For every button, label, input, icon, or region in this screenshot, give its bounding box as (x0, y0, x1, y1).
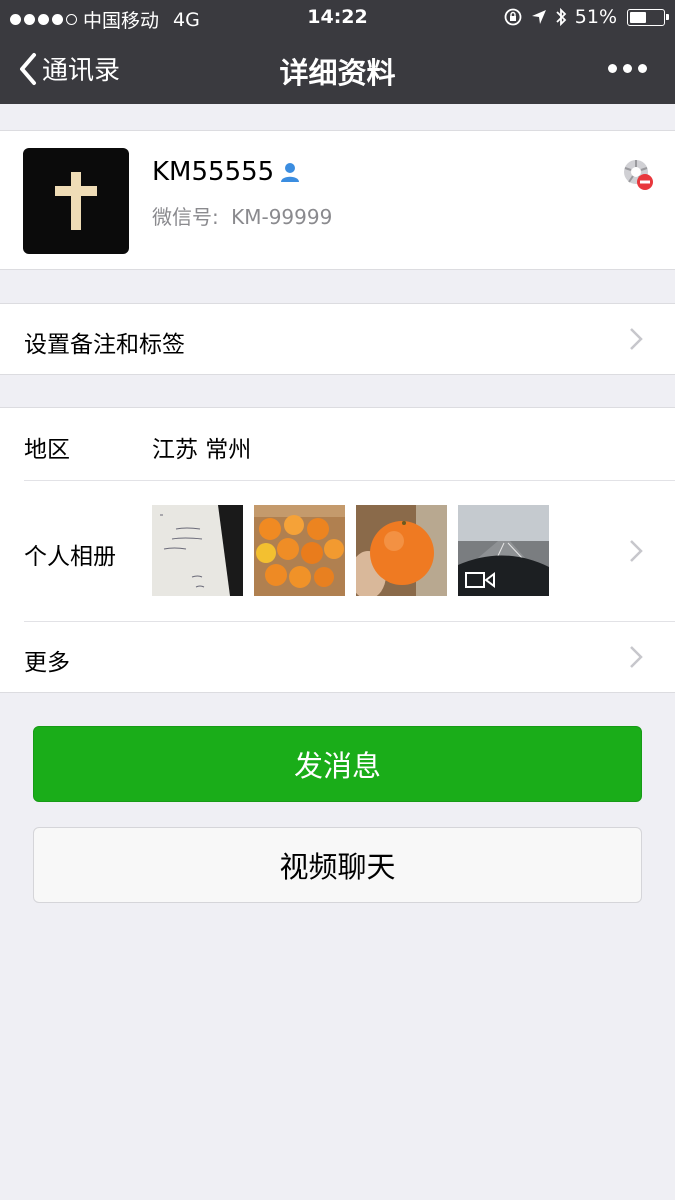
more-label: 更多 (24, 650, 70, 676)
personal-album-label: 个人相册 (24, 544, 116, 570)
album-thumbnails (152, 505, 549, 596)
status-right: 51% (503, 6, 669, 28)
bluetooth-icon (556, 7, 567, 27)
album-thumbnail-oranges (254, 505, 345, 596)
video-chat-button[interactable]: 视频聊天 (33, 827, 642, 903)
album-thumbnail-note (152, 505, 243, 596)
wechat-id-label: 微信号: (152, 205, 219, 229)
album-thumbnail-orange (356, 505, 447, 596)
personal-album-cell[interactable]: 个人相册 (0, 481, 675, 621)
top-bar: 中国移动 4G 14:22 51% 通讯录 详细资料 (0, 0, 675, 104)
navigation-bar: 通讯录 详细资料 (0, 36, 675, 104)
more-cell[interactable]: 更多 (0, 622, 675, 692)
battery-icon (627, 8, 669, 26)
region-value: 江苏 常州 (152, 437, 252, 463)
remarks-and-tags-cell[interactable]: 设置备注和标签 (0, 304, 675, 374)
album-thumbnail-video (458, 505, 549, 596)
chevron-right-icon (630, 646, 643, 668)
details-group: 地区 江苏 常州 个人相册 更多 (0, 407, 675, 693)
blocked-moments-icon (624, 160, 653, 190)
person-icon (281, 163, 300, 182)
cross-icon (55, 172, 97, 230)
chevron-right-icon (630, 328, 643, 350)
chevron-right-icon (630, 540, 643, 562)
region-cell: 地区 江苏 常州 (0, 408, 675, 480)
remarks-group: 设置备注和标签 (0, 303, 675, 375)
status-bar: 中国移动 4G 14:22 51% (0, 0, 675, 36)
profile-name-row: KM55555 (152, 157, 302, 187)
send-message-button[interactable]: 发消息 (33, 726, 642, 802)
page-title: 详细资料 (279, 56, 396, 90)
orientation-lock-icon (504, 8, 522, 26)
nickname: KM55555 (152, 157, 275, 187)
region-label: 地区 (24, 437, 70, 463)
wechat-id: 微信号: KM-99999 (152, 201, 332, 230)
remarks-and-tags-label: 设置备注和标签 (24, 332, 185, 358)
more-options-button[interactable] (608, 64, 647, 73)
wechat-id-value: KM-99999 (231, 205, 333, 229)
avatar[interactable] (23, 148, 129, 254)
ellipsis-icon (608, 64, 617, 73)
profile-card: KM55555 微信号: KM-99999 (0, 130, 675, 270)
battery-percent: 51% (574, 6, 617, 28)
location-icon (531, 10, 546, 24)
